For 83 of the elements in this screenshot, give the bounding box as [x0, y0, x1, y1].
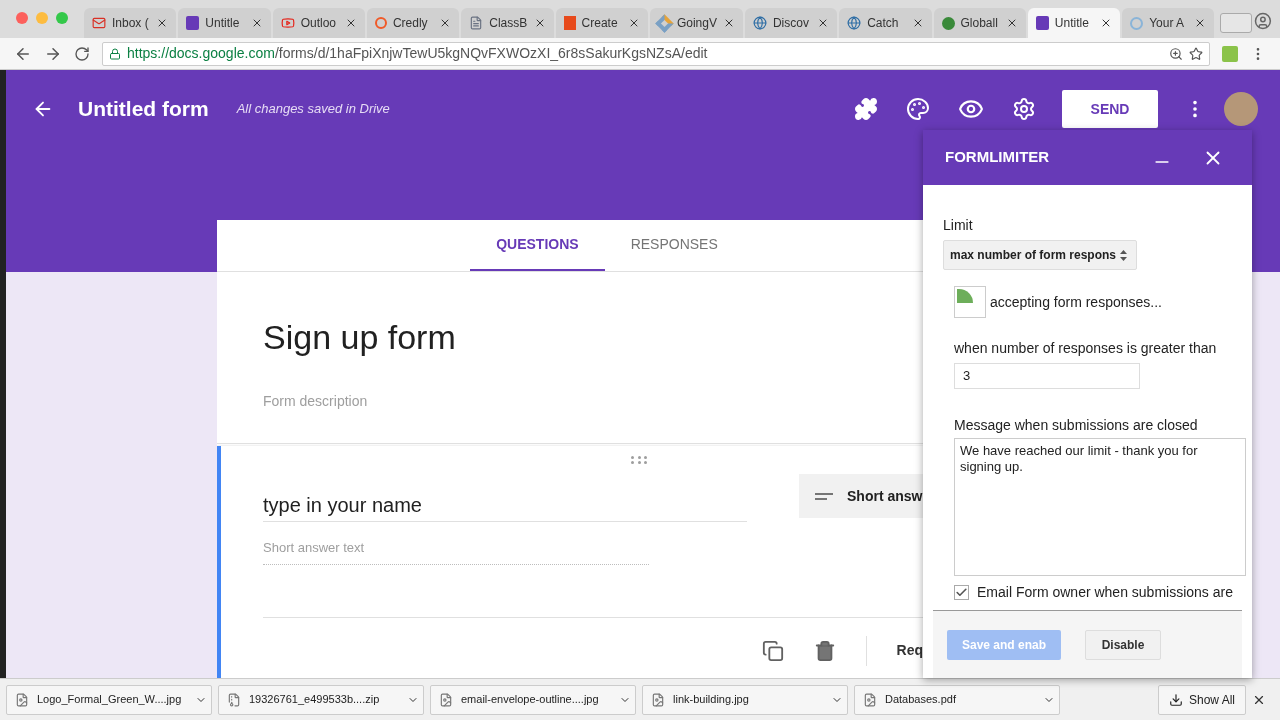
- limit-select[interactable]: max number of form respons: [943, 240, 1137, 270]
- download-icon: [1168, 692, 1183, 707]
- mail-icon: [92, 16, 106, 30]
- lock-icon: [109, 47, 121, 60]
- zoom-icon[interactable]: [1169, 46, 1183, 61]
- duplicate-icon[interactable]: [761, 639, 784, 662]
- file-icon: [439, 692, 453, 707]
- file-name: link-building.jpg: [673, 692, 750, 708]
- browser-tab[interactable]: Catch: [839, 8, 932, 38]
- tab-title: Your A: [1149, 15, 1186, 32]
- tab-title: Globall: [960, 15, 999, 32]
- browser-tab[interactable]: ClassB: [461, 8, 554, 38]
- send-button[interactable]: SEND: [1062, 90, 1158, 128]
- browser-tab[interactable]: Inbox (: [84, 8, 177, 38]
- tab-title: Untitle: [205, 15, 241, 32]
- browser-tab[interactable]: Untitle: [1027, 8, 1121, 38]
- globe-icon: [752, 16, 767, 30]
- show-all-button[interactable]: Show All: [1157, 684, 1246, 715]
- tab-title: Untitle: [1054, 15, 1090, 32]
- browser-tab[interactable]: Your A: [1122, 8, 1215, 38]
- page-icon: [469, 16, 484, 30]
- drag-handle-icon[interactable]: [631, 456, 649, 464]
- tab-title: Credly: [392, 15, 429, 32]
- status-text: accepting form responses...: [990, 292, 1162, 312]
- form-title: Untitled form: [78, 96, 209, 123]
- save-status: All changes saved in Drive: [236, 100, 390, 119]
- settings-icon[interactable]: [1012, 97, 1036, 121]
- limit-label: Limit: [943, 216, 974, 235]
- palette-icon[interactable]: [906, 97, 930, 121]
- short-text-icon: [815, 492, 833, 500]
- question-type-dropdown[interactable]: Short answ: [799, 474, 923, 518]
- delete-icon[interactable]: [813, 639, 836, 662]
- download-item[interactable]: Logo_Formal_Green_W....jpg: [6, 684, 212, 715]
- file-icon: [863, 692, 877, 707]
- panel-title: FORMLIMITER: [945, 147, 1050, 168]
- message-field[interactable]: We have reached our limit - thank you for signing up.: [954, 438, 1246, 576]
- tab-title: Inbox (: [112, 15, 150, 32]
- file-icon: [15, 692, 29, 707]
- puzzle-icon[interactable]: [854, 97, 878, 121]
- file-name: Logo_Formal_Green_W....jpg: [37, 692, 183, 708]
- broken-image-icon: [954, 286, 986, 318]
- file-name: Databases.pdf: [885, 692, 957, 708]
- question-title-field[interactable]: type in your name: [263, 478, 747, 522]
- download-item[interactable]: Databases.pdf: [854, 684, 1060, 715]
- url-text: https://docs.google.com/forms/d/1haFpiXnjwTewU5kgNQvFXWOzXI_6r8sSakurKgsNZsA/edit: [127, 44, 708, 63]
- browser-tab[interactable]: Create: [555, 8, 648, 38]
- file-name: 19326761_e499533b....zip: [249, 692, 381, 708]
- email-checkbox[interactable]: [954, 585, 969, 600]
- browser-tab[interactable]: Credly: [366, 8, 460, 38]
- disable-button[interactable]: Disable: [1085, 629, 1161, 660]
- tab-title: Create: [581, 15, 619, 32]
- tab-title: ClassB: [489, 15, 528, 32]
- tab-title: Outloo: [300, 15, 337, 32]
- video-icon: [280, 16, 295, 30]
- download-item[interactable]: link-building.jpg: [642, 684, 848, 715]
- file-name: email-envelope-outline....jpg: [461, 692, 600, 708]
- download-item[interactable]: 19326761_e499533b....zip: [218, 684, 424, 715]
- browser-tab[interactable]: GoingV: [649, 8, 743, 38]
- bookmark-star-icon[interactable]: [1189, 46, 1203, 61]
- download-item[interactable]: email-envelope-outline....jpg: [430, 684, 636, 715]
- threshold-label: when number of responses is greater than: [954, 339, 1218, 358]
- browser-tab[interactable]: Untitle: [178, 8, 271, 38]
- globe-icon: [847, 16, 862, 30]
- tab-title: Catch: [867, 15, 900, 32]
- answer-field: Short answer text: [263, 538, 649, 565]
- message-label: Message when submissions are closed: [954, 416, 1199, 435]
- threshold-field[interactable]: 3: [954, 363, 1140, 389]
- zip-file-icon: [227, 692, 241, 707]
- browser-tab[interactable]: Discov: [744, 8, 838, 38]
- profile-icon[interactable]: [1254, 12, 1272, 30]
- required-label: Req: [896, 641, 923, 660]
- form-heading[interactable]: Sign up form: [263, 312, 877, 363]
- browser-tab[interactable]: Globall: [933, 8, 1026, 38]
- stepper-icon: [1120, 249, 1128, 261]
- email-label: Email Form owner when submissions are: [977, 583, 1233, 602]
- tab-title: Discov: [772, 15, 810, 32]
- form-tab[interactable]: RESPONSES: [604, 220, 744, 271]
- address-bar[interactable]: https://docs.google.com/forms/d/1haFpiXnjwTewU5kgNQvFXWOzXI_6r8sSakurKgsNZsA/edit: [102, 41, 1210, 66]
- file-icon: [651, 692, 665, 707]
- tab-title: GoingV: [676, 15, 717, 32]
- browser-tab[interactable]: Outloo: [272, 8, 365, 38]
- form-tab[interactable]: QUESTIONS: [470, 220, 605, 271]
- reload-icon[interactable]: [74, 45, 90, 62]
